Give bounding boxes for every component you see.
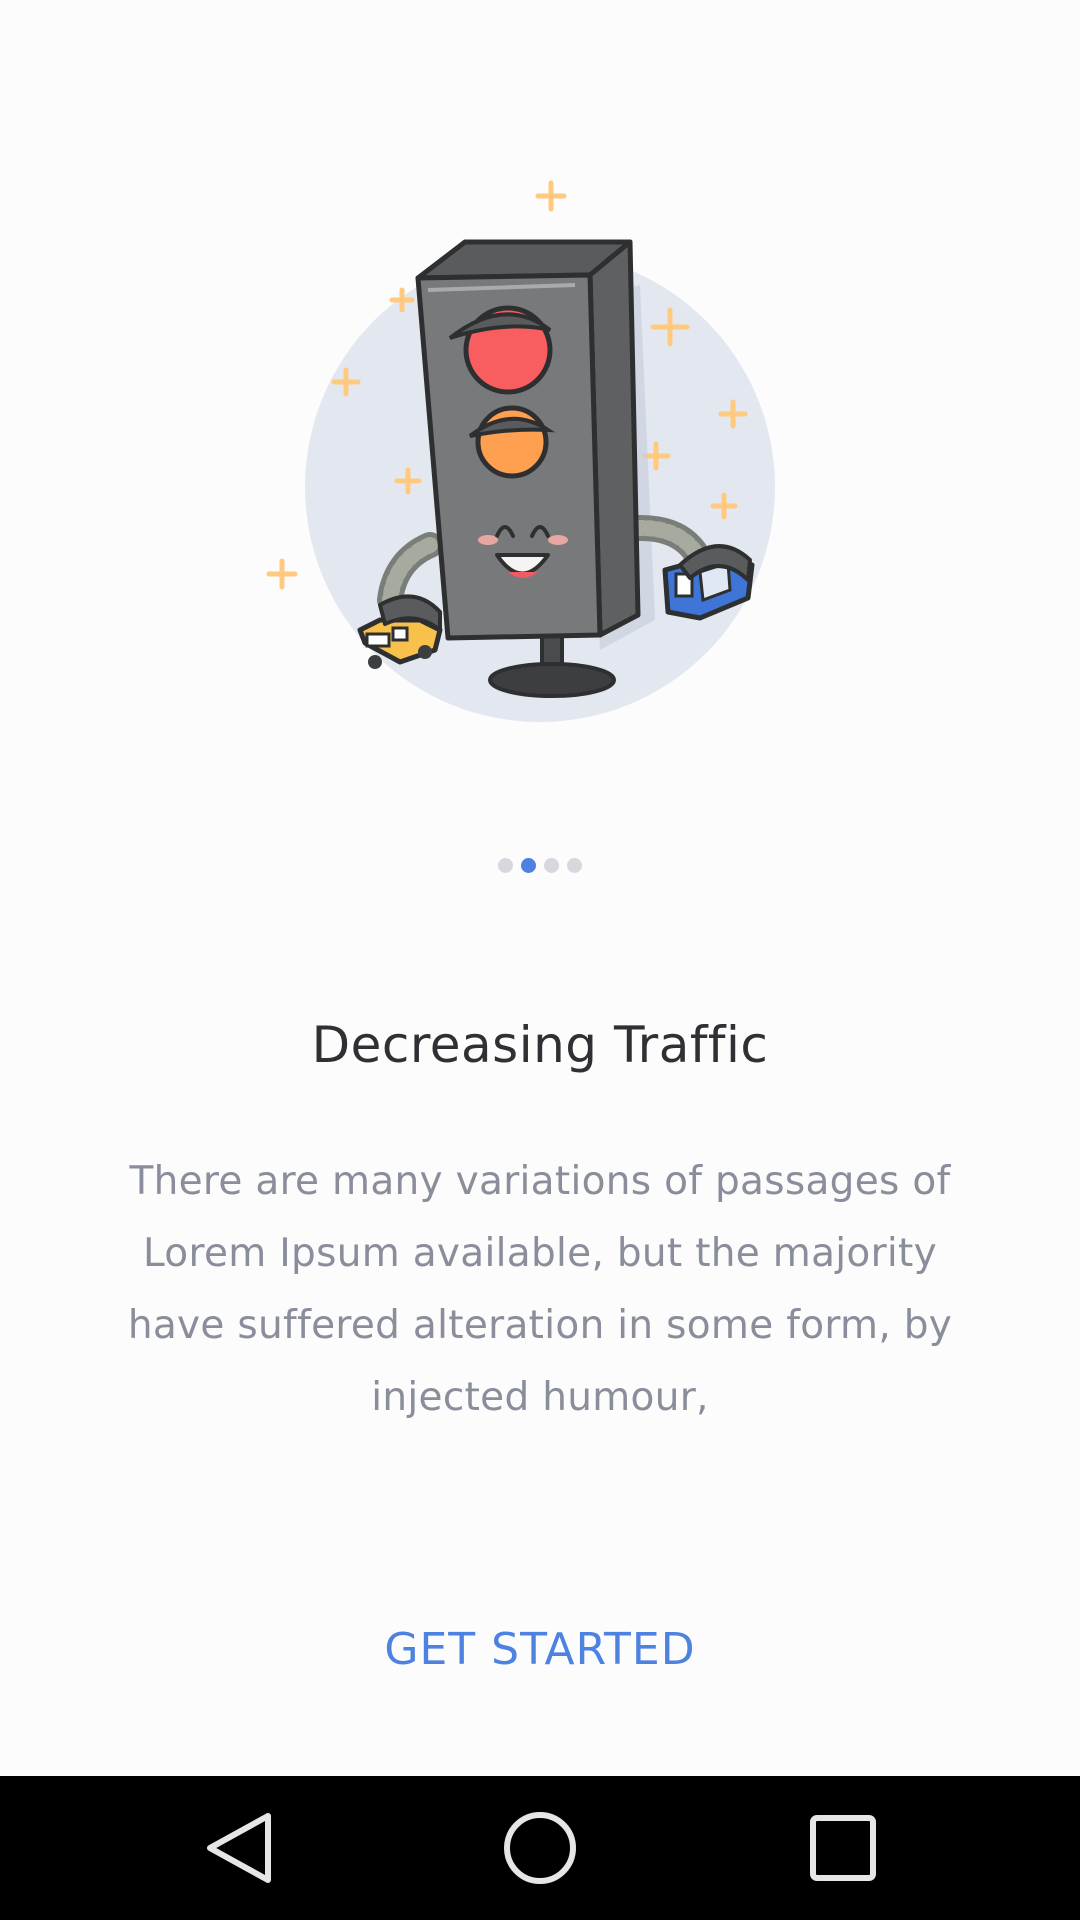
page-indicator [0,858,1080,873]
back-triangle-icon[interactable] [190,1798,290,1898]
page-dot-3[interactable] [544,858,559,873]
traffic-light-illustration [266,180,775,722]
get-started-button[interactable]: GET STARTED [340,1620,740,1680]
recents-square-icon[interactable] [793,1798,893,1898]
page-dot-2-active[interactable] [521,858,536,873]
onboarding-description: There are many variations of passages of… [127,1159,953,1420]
page-dot-4[interactable] [567,858,582,873]
system-navigation-bar [0,1776,1080,1920]
onboarding-screen: Decreasing Traffic There are many variat… [0,0,1080,1920]
onboarding-title: Decreasing Traffic [311,1016,769,1074]
page-dot-1[interactable] [498,858,513,873]
home-circle-icon[interactable] [490,1798,590,1898]
